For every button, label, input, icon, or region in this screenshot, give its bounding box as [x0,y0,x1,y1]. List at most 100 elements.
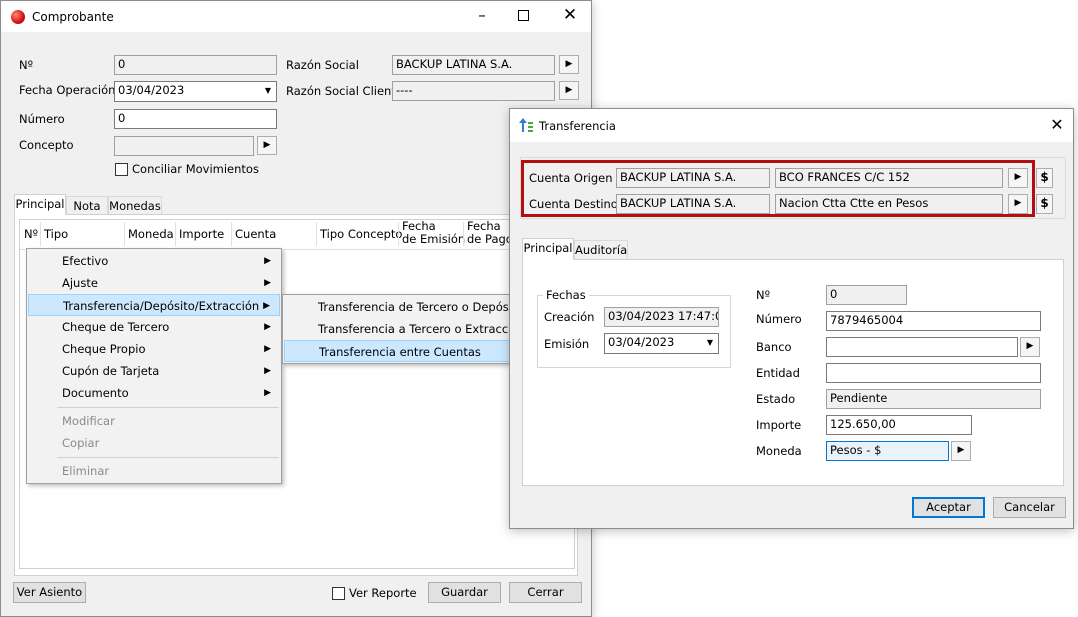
entidad-label: Entidad [756,366,800,380]
numero2-input[interactable]: 0 [114,109,277,129]
minimize-icon[interactable]: – [459,1,505,31]
transferencia-window: Transferencia ✕ Cuenta Origen BACKUP LAT… [509,108,1074,529]
emision-value: 03/04/2023 [608,335,675,349]
menu-item-documento[interactable]: Documento ▶ [28,382,280,404]
col-moneda[interactable]: Moneda [128,226,174,242]
col-divider [463,222,464,246]
maximize-icon[interactable] [518,10,529,21]
menu-item-label: Cheque Propio [62,342,146,356]
col-importe[interactable]: Importe [179,226,224,242]
guardar-button[interactable]: Guardar [428,582,501,603]
tab-nota[interactable]: Nota [66,196,108,215]
cuenta-origen-cuenta: BCO FRANCES C/C 152 [775,168,1003,188]
col-divider [40,222,41,246]
menu-item-label: Modificar [62,414,115,428]
tab-auditoria[interactable]: Auditoría [574,240,628,260]
comprobante-titlebar[interactable]: Comprobante – ✕ [1,1,591,32]
menu-item-cheque-propio[interactable]: Cheque Propio ▶ [28,338,280,360]
cuenta-origen-empresa: BACKUP LATINA S.A. [616,168,770,188]
banco-browse-button[interactable]: ▶ [1020,337,1040,357]
moneda-input[interactable]: Pesos - $ [826,441,949,461]
n-label: Nº [756,288,771,302]
concepto-label: Concepto [19,138,74,152]
cuenta-destino-label: Cuenta Destino [529,197,618,211]
submenu-item-entre-cuentas[interactable]: Transferencia entre Cuentas [284,340,510,362]
tab-principal[interactable]: Principal [14,194,66,215]
menu-separator [57,457,279,458]
cuenta-destino-empresa: BACKUP LATINA S.A. [616,194,770,214]
cuenta-origen-dollar-button[interactable]: $ [1036,168,1053,188]
razon-social-label: Razón Social [286,58,359,72]
menu-item-label: Ajuste [62,276,98,290]
menu-item-label: Documento [62,386,129,400]
comprobante-title: Comprobante [32,10,114,24]
n-field: 0 [826,285,907,305]
razon-social-cliente-label: Razón Social Cliente [286,84,403,98]
menu-item-copiar: Copiar [28,432,280,454]
context-menu: Efectivo ▶ Ajuste ▶ Transferencia/Depósito… [26,248,282,484]
cuenta-origen-browse-button[interactable]: ▶ [1008,168,1028,188]
razon-social-cliente-browse-button[interactable]: ▶ [559,81,579,100]
menu-item-transferencia[interactable]: Transferencia/Depósito/Extracción ▶ [28,294,280,316]
numero-label: Nº [19,58,34,72]
col-fecha-emision-l2[interactable]: de Emisión [402,233,465,245]
menu-separator [57,407,279,408]
conciliar-label: Conciliar Movimientos [132,162,259,176]
submenu-arrow-icon: ▶ [264,366,271,376]
numero-label: Número [756,312,802,326]
numero-input[interactable]: 7879465004 [826,311,1041,331]
close-icon[interactable]: ✕ [547,1,593,31]
chevron-down-icon: ▼ [264,86,271,95]
submenu-arrow-icon: ▶ [264,278,271,288]
menu-item-efectivo[interactable]: Efectivo ▶ [28,250,280,272]
col-divider [316,222,317,246]
submenu-arrow-icon: ▶ [264,322,271,332]
transferencia-titlebar[interactable]: Transferencia ✕ [510,109,1073,142]
col-fecha-pago-l1[interactable]: Fecha [467,220,501,232]
cancelar-button[interactable]: Cancelar [993,497,1066,518]
razon-social-field: BACKUP LATINA S.A. [392,55,555,75]
ver-asiento-button[interactable]: Ver Asiento [13,582,86,603]
emision-select[interactable]: 03/04/2023 ▼ [604,333,719,354]
submenu-arrow-icon: ▶ [264,344,271,354]
menu-item-cheque-tercero[interactable]: Cheque de Tercero ▶ [28,316,280,338]
menu-item-eliminar: Eliminar [28,460,280,482]
cuenta-destino-browse-button[interactable]: ▶ [1008,194,1028,214]
cerrar-button[interactable]: Cerrar [509,582,582,603]
col-numero[interactable]: Nº [24,226,38,242]
razon-social-browse-button[interactable]: ▶ [559,55,579,74]
menu-item-label: Cupón de Tarjeta [62,364,160,378]
menu-item-label: Transferencia/Depósito/Extracción [63,299,260,313]
col-tipo[interactable]: Tipo [44,226,68,242]
col-tipo-concepto[interactable]: Tipo Concepto [320,226,402,242]
grid-header: Nº Tipo Moneda Importe Cuenta Tipo Conce… [20,220,574,250]
menu-item-cupon-tarjeta[interactable]: Cupón de Tarjeta ▶ [28,360,280,382]
tab-monedas[interactable]: Monedas [108,196,162,215]
moneda-browse-button[interactable]: ▶ [951,441,971,461]
emision-label: Emisión [544,337,590,351]
banco-input[interactable] [826,337,1018,357]
col-divider [231,222,232,246]
col-divider [398,222,399,246]
menu-item-label: Cheque de Tercero [62,320,170,334]
fecha-operacion-label: Fecha Operación [19,83,116,97]
col-divider [124,222,125,246]
col-cuenta[interactable]: Cuenta [235,226,276,242]
ver-reporte-checkbox[interactable] [332,587,345,600]
cuenta-destino-dollar-button[interactable]: $ [1036,194,1053,214]
submenu-item-tercero-extraccion[interactable]: Transferencia a Tercero o Extracción [284,318,526,340]
menu-item-ajuste[interactable]: Ajuste ▶ [28,272,280,294]
submenu-arrow-icon: ▶ [264,256,271,266]
importe-input[interactable]: 125.650,00 [826,415,972,435]
col-fecha-emision-l1[interactable]: Fecha [402,220,436,232]
aceptar-button[interactable]: Aceptar [912,497,985,518]
tab-principal[interactable]: Principal [522,238,574,260]
submenu-item-tercero-deposito[interactable]: Transferencia de Tercero o Depósito [284,296,523,318]
col-fecha-pago-l2[interactable]: de Pago [467,233,513,245]
close-icon[interactable]: ✕ [1040,111,1074,141]
conciliar-checkbox[interactable] [115,163,128,176]
entidad-input[interactable] [826,363,1041,383]
concepto-browse-button[interactable]: ▶ [257,136,277,155]
fecha-operacion-select[interactable]: 03/04/2023 ▼ [114,81,277,102]
submenu-arrow-icon: ▶ [264,388,271,398]
